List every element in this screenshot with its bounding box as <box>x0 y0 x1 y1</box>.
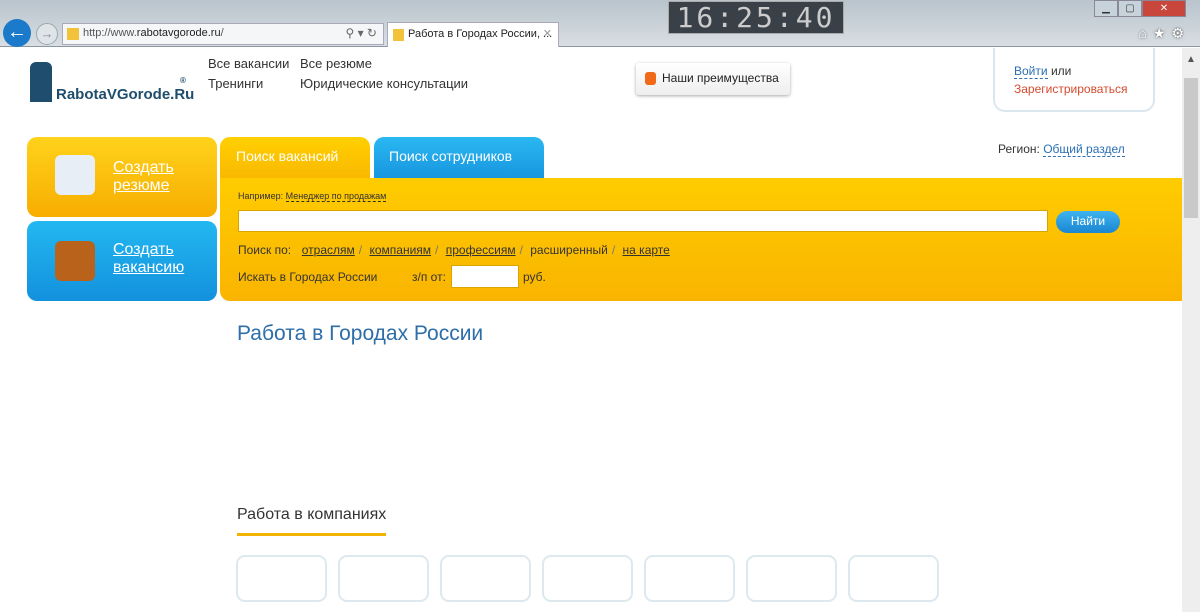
site-logo[interactable]: RabotaVGorode.Ru ® <box>30 62 194 103</box>
nav-trainings[interactable]: Тренинги <box>208 74 289 94</box>
favicon-icon <box>393 29 404 41</box>
close-tab-icon[interactable]: ✕ <box>543 27 552 40</box>
browser-chrome: ← → http://www.rabotavgorode.ru/ ⚲ ▾ ↻ Ра… <box>0 0 1200 47</box>
scroll-thumb[interactable] <box>1184 78 1198 218</box>
company-card[interactable] <box>848 555 939 602</box>
registered-mark: ® <box>180 76 186 85</box>
company-card[interactable] <box>338 555 429 602</box>
company-card[interactable] <box>644 555 735 602</box>
register-link[interactable]: Зарегистрироваться <box>1014 82 1127 96</box>
create-vacancy-line2: вакансию <box>113 259 185 276</box>
address-bar[interactable]: http://www.rabotavgorode.ru/ ⚲ ▾ ↻ <box>62 23 384 45</box>
nav-all-resumes[interactable]: Все резюме <box>300 54 468 74</box>
people-logo-icon <box>30 62 52 102</box>
thumbs-up-icon <box>645 72 656 85</box>
company-card[interactable] <box>440 555 531 602</box>
search-by-professions[interactable]: профессиям <box>446 243 516 257</box>
companies-heading: Работа в компаниях <box>237 506 387 536</box>
region-link[interactable]: Общий раздел <box>1043 142 1125 157</box>
create-vacancy-button[interactable]: Создать вакансию <box>27 221 217 301</box>
create-resume-line1: Создать <box>113 159 174 176</box>
page-title: Работа в Городах России <box>237 322 484 345</box>
company-card[interactable] <box>236 555 327 602</box>
favorites-star-icon[interactable]: ★ <box>1153 25 1172 41</box>
region-label: Регион: <box>998 142 1040 156</box>
clock: 16:25:40 <box>668 1 844 34</box>
company-card[interactable] <box>542 555 633 602</box>
url-suffix: / <box>220 27 224 39</box>
forward-button[interactable]: → <box>36 23 58 45</box>
search-advanced[interactable]: расширенный <box>530 243 608 257</box>
url-domain: rabotavgorode.ru <box>136 27 221 39</box>
advantages-button[interactable]: Наши преимущества <box>636 63 790 95</box>
resume-icon <box>55 155 95 195</box>
currency-label: руб. <box>523 270 546 284</box>
search-refresh-icon[interactable]: ⚲ ▾ ↻ <box>345 26 377 40</box>
scroll-up-icon[interactable]: ▲ <box>1186 54 1196 65</box>
search-by-companies[interactable]: компаниям <box>369 243 431 257</box>
search-by-industries[interactable]: отраслям <box>302 243 355 257</box>
browser-tab[interactable]: Работа в Городах России, ... ✕ <box>387 22 559 47</box>
maximize-button[interactable]: ▢ <box>1118 0 1142 17</box>
url-prefix: http://www. <box>83 27 137 39</box>
advantages-label: Наши преимущества <box>662 71 779 85</box>
salary-input[interactable] <box>451 265 519 288</box>
gear-icon[interactable]: ⚙ <box>1171 25 1190 41</box>
or-text: или <box>1050 64 1072 78</box>
find-button[interactable]: Найти <box>1056 211 1120 233</box>
create-vacancy-line1: Создать <box>113 241 174 258</box>
back-button[interactable]: ← <box>3 19 31 47</box>
login-link[interactable]: Войти <box>1014 64 1048 79</box>
nav-all-vacancies[interactable]: Все вакансии <box>208 54 289 74</box>
tab-title: Работа в Городах России, ... <box>408 28 553 40</box>
search-panel: Например: Менеджер по продажам Найти Пои… <box>220 178 1182 301</box>
close-window-button[interactable]: ✕ <box>1142 0 1186 17</box>
salary-label: з/п от: <box>412 270 446 284</box>
scrollbar[interactable]: ▲ <box>1182 48 1200 612</box>
home-icon[interactable]: ⌂ <box>1138 25 1152 41</box>
create-resume-line2: резюме <box>113 177 170 194</box>
search-by-label: Поиск по: <box>238 243 292 257</box>
company-card[interactable] <box>746 555 837 602</box>
nav-legal[interactable]: Юридические консультации <box>300 74 468 94</box>
tab-search-employees[interactable]: Поиск сотрудников <box>374 137 544 179</box>
search-on-map[interactable]: на карте <box>623 243 670 257</box>
example-label: Например: <box>238 191 284 201</box>
create-resume-button[interactable]: Создать резюме <box>27 137 217 217</box>
search-input[interactable] <box>238 210 1048 232</box>
favicon-icon <box>67 28 79 40</box>
example-link[interactable]: Менеджер по продажам <box>285 191 387 202</box>
city-label: Искать в Городах России <box>238 270 378 284</box>
logo-text: RabotaVGorode.Ru <box>56 86 195 103</box>
tab-search-vacancies[interactable]: Поиск вакансий <box>220 137 370 182</box>
briefcase-icon <box>55 241 95 281</box>
minimize-button[interactable]: ▁ <box>1094 0 1118 17</box>
login-box: Войти или Зарегистрироваться <box>993 48 1155 112</box>
